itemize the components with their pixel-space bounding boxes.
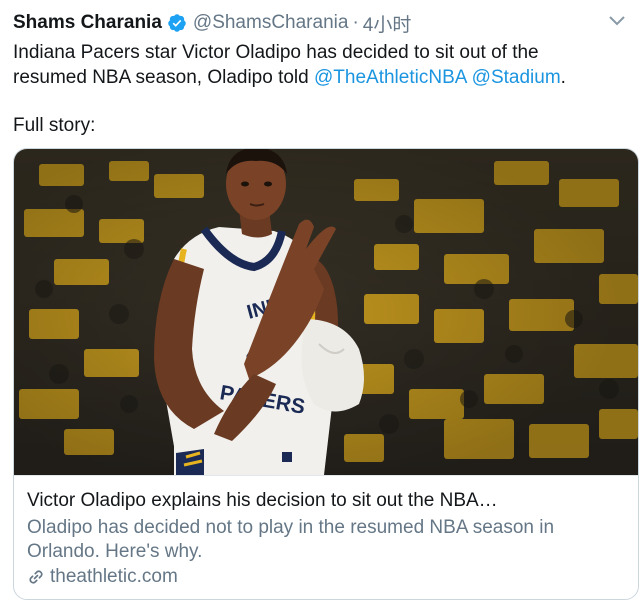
caret-down-icon[interactable]	[608, 14, 626, 28]
link-icon	[27, 568, 45, 586]
card-domain-text: theathletic.com	[50, 566, 178, 587]
tweet-text: Indiana Pacers star Victor Oladipo has d…	[13, 40, 625, 90]
card-body[interactable]: Victor Oladipo explains his decision to …	[14, 475, 638, 599]
tweet-header: Shams Charania @ShamsCharania · 4小时	[13, 10, 411, 36]
verified-badge-icon	[167, 13, 187, 33]
timestamp[interactable]: 4小时	[363, 10, 412, 37]
tweet-text-plain: resumed NBA season, Oladipo told	[13, 67, 315, 88]
separator: ·	[352, 12, 359, 33]
mention-theathleticnba[interactable]: @TheAthleticNBA	[314, 67, 466, 88]
card-image[interactable]: IND 4 PACERS	[14, 149, 638, 475]
tweet-text-end: .	[560, 67, 566, 88]
full-story-text: Full story:	[13, 115, 96, 136]
tweet-text-line1: Indiana Pacers star Victor Oladipo has d…	[13, 42, 539, 63]
link-card[interactable]: IND 4 PACERS Vic	[13, 148, 639, 600]
mention-stadium[interactable]: @Stadium	[472, 67, 561, 88]
card-domain[interactable]: theathletic.com	[27, 566, 178, 588]
card-title[interactable]: Victor Oladipo explains his decision to …	[27, 490, 627, 512]
tweet: Shams Charania @ShamsCharania · 4小时 Indi…	[0, 0, 640, 603]
tweet-text-line2: resumed NBA season, Oladipo told @TheAth…	[13, 65, 625, 90]
author-name[interactable]: Shams Charania	[13, 12, 162, 34]
card-description: Oladipo has decided not to play in the r…	[27, 517, 555, 562]
author-handle[interactable]: @ShamsCharania	[193, 12, 349, 34]
